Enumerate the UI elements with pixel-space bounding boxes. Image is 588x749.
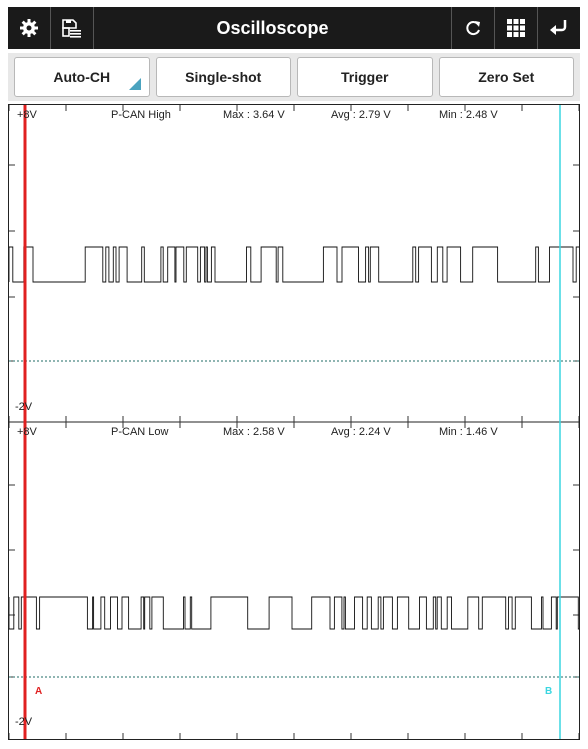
trigger-button[interactable]: Trigger	[297, 57, 433, 97]
save-list-button[interactable]	[51, 7, 94, 49]
ch2-max: Max : 2.58 V	[223, 426, 285, 438]
cursor-b-label[interactable]: B	[545, 686, 552, 697]
save-list-icon	[62, 19, 81, 38]
ch1-max: Max : 3.64 V	[223, 109, 285, 121]
scope-display[interactable]: +8V P-CAN High Max : 3.64 V Avg : 2.79 V…	[8, 104, 580, 740]
zero-set-button[interactable]: Zero Set	[438, 57, 574, 97]
ch2-bottom-label: -2V	[15, 716, 33, 728]
cursor-a-label[interactable]: A	[35, 686, 42, 697]
ch2-top-label: +8V	[17, 426, 37, 438]
scope-canvas	[9, 105, 579, 739]
ch1-avg: Avg : 2.79 V	[331, 109, 391, 121]
ch1-top-label: +8V	[17, 109, 37, 121]
gear-icon	[20, 19, 38, 37]
ch2-min: Min : 1.46 V	[439, 426, 498, 438]
grid-button[interactable]	[494, 7, 537, 49]
single-shot-label: Single-shot	[185, 69, 262, 85]
zero-set-label: Zero Set	[478, 69, 535, 85]
trace-ch1	[9, 246, 579, 283]
trace-ch2	[9, 596, 579, 630]
back-icon	[550, 20, 567, 35]
ch2-name: P-CAN Low	[111, 426, 169, 438]
ch1-bottom-label: -2V	[15, 401, 33, 413]
grid-icon	[507, 19, 525, 37]
ch1-min: Min : 2.48 V	[439, 109, 498, 121]
back-button[interactable]	[537, 7, 580, 49]
auto-ch-label: Auto-CH	[53, 69, 111, 85]
trigger-label: Trigger	[341, 69, 389, 85]
refresh-icon	[466, 21, 480, 36]
settings-button[interactable]	[8, 7, 51, 49]
ch2-avg: Avg : 2.24 V	[331, 426, 391, 438]
auto-ch-button[interactable]: Auto-CH	[14, 57, 150, 97]
refresh-button[interactable]	[451, 7, 494, 49]
page-title: Oscilloscope	[216, 17, 329, 38]
ch1-name: P-CAN High	[111, 109, 171, 121]
control-button-row: Auto-CH Single-shot Trigger Zero Set	[8, 53, 580, 101]
single-shot-button[interactable]: Single-shot	[155, 57, 291, 97]
dropdown-corner-icon	[128, 78, 141, 90]
top-toolbar: Oscilloscope	[8, 7, 580, 49]
